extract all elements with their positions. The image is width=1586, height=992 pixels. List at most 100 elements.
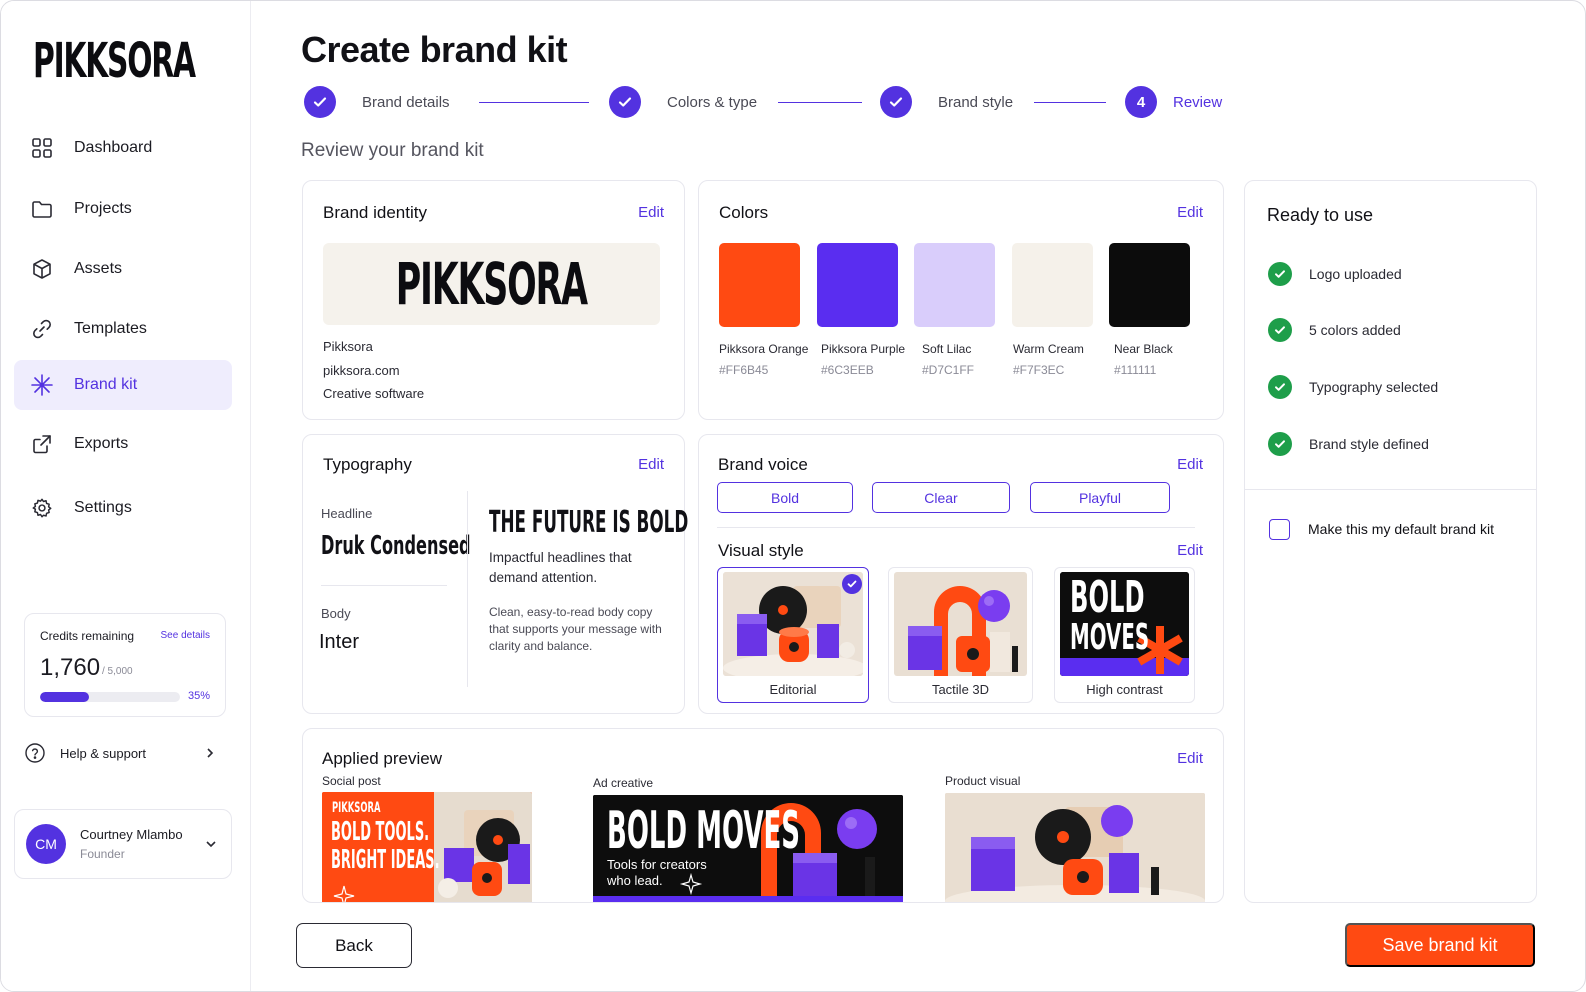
preview-label: Product visual <box>945 774 1021 788</box>
back-button[interactable]: Back <box>296 923 412 968</box>
credits-value: 1,760 <box>40 654 101 681</box>
swatch-name: Near Black <box>1114 342 1173 356</box>
sparkle-icon <box>30 373 54 397</box>
edit-preview-link[interactable]: Edit <box>1177 750 1203 767</box>
gear-icon <box>30 496 54 520</box>
user-role: Founder <box>80 847 125 861</box>
visual-style-editorial[interactable]: Editorial <box>717 567 869 703</box>
user-menu[interactable]: CM Courtney Mlambo Founder <box>14 809 232 879</box>
edit-typography-link[interactable]: Edit <box>638 456 664 473</box>
card-title: Brand identity <box>323 203 427 222</box>
step-connector <box>1034 102 1106 103</box>
brand-domain: pikksora.com <box>323 363 400 378</box>
check-circle-icon <box>1268 432 1292 456</box>
card-title: Brand voice <box>718 455 808 474</box>
step-brand-style[interactable]: Brand style <box>880 86 1013 118</box>
color-swatch <box>914 243 995 327</box>
step-label: Brand details <box>362 93 450 111</box>
visual-style-high-contrast[interactable]: BOLD MOVES High contrast <box>1054 567 1195 703</box>
swatch-name: Pikksora Orange <box>719 342 809 356</box>
default-brand-kit-label[interactable]: Make this my default brand kit <box>1308 521 1494 537</box>
voice-chip-bold[interactable]: Bold <box>717 482 853 513</box>
voice-chip-clear[interactable]: Clear <box>872 482 1010 513</box>
sidebar-item-settings[interactable]: Settings <box>14 483 232 533</box>
credits-title: Credits remaining <box>40 629 135 643</box>
checklist-item: 5 colors added <box>1268 318 1401 342</box>
check-icon <box>609 86 641 118</box>
preview-label: Ad creative <box>593 776 654 790</box>
link-icon <box>30 317 54 341</box>
help-support-link[interactable]: Help & support <box>24 739 216 767</box>
sidebar-item-templates[interactable]: Templates <box>14 304 232 354</box>
checklist-label: 5 colors added <box>1309 322 1401 338</box>
default-brand-kit-checkbox[interactable] <box>1269 519 1290 540</box>
see-details-link[interactable]: See details <box>161 630 210 641</box>
grid-icon <box>30 136 54 160</box>
visual-style-tactile-3d[interactable]: Tactile 3D <box>888 567 1033 703</box>
brand-logo[interactable]: PIKKSORA <box>33 33 196 89</box>
social-post-preview: PIKKSORA BOLD TOOLS. BRIGHT IDEAS. <box>322 792 532 902</box>
voice-chip-playful[interactable]: Playful <box>1030 482 1170 513</box>
headline-font: Druk Condensed <box>321 531 471 561</box>
ad-creative-preview: BOLD MOVES Tools for creators who lead. <box>593 795 903 902</box>
panel-title: Ready to use <box>1267 205 1374 225</box>
sample-subheading: Impactful headlines that demand attentio… <box>489 550 632 585</box>
step-label: Colors & type <box>667 93 758 111</box>
checklist-label: Logo uploaded <box>1309 266 1402 282</box>
card-title: Applied preview <box>322 749 443 768</box>
social-brand: PIKKSORA <box>332 800 381 816</box>
check-icon <box>304 86 336 118</box>
product-visual-preview <box>945 793 1205 902</box>
brand-logo-preview: PIKKSORA <box>395 250 588 318</box>
step-brand-details[interactable]: Brand details <box>304 86 450 118</box>
sidebar-item-label: Dashboard <box>74 139 153 156</box>
swatch-hex: #111111 <box>1114 363 1157 377</box>
ad-subline-2: who lead. <box>607 873 663 888</box>
sidebar-item-projects[interactable]: Projects <box>14 184 232 234</box>
sidebar-item-label: Brand kit <box>74 376 138 393</box>
checklist-label: Brand style defined <box>1309 436 1429 452</box>
brand-category: Creative software <box>323 386 425 401</box>
ad-subline-1: Tools for creators <box>607 857 707 872</box>
sidebar-item-dashboard[interactable]: Dashboard <box>14 123 232 173</box>
edit-voice-link[interactable]: Edit <box>1177 456 1203 473</box>
edit-identity-link[interactable]: Edit <box>638 204 664 221</box>
color-swatch <box>1012 243 1093 327</box>
avatar: CM <box>26 824 66 864</box>
credits-progress-fill <box>40 692 89 702</box>
color-swatch <box>719 243 800 327</box>
logo-preview: PIKKSORA <box>323 243 660 325</box>
step-connector <box>479 102 589 103</box>
credits-card: Credits remaining See details 1,760 / 5,… <box>24 613 226 717</box>
sidebar-item-label: Templates <box>74 320 147 337</box>
save-brand-kit-button[interactable]: Save brand kit <box>1345 923 1535 967</box>
step-review[interactable]: 4 Review <box>1125 86 1222 118</box>
brand-name: Pikksora <box>323 339 373 354</box>
sample-body: Clean, easy-to-read body copy that suppo… <box>489 605 662 653</box>
divider <box>1245 489 1536 490</box>
visual-style-label: High contrast <box>1086 682 1163 697</box>
step-connector <box>778 102 862 103</box>
poster-line-2: MOVES <box>1070 617 1150 658</box>
sidebar-item-assets[interactable]: Assets <box>14 244 232 294</box>
check-icon <box>880 86 912 118</box>
headline-label: Headline <box>321 506 373 521</box>
divider <box>717 527 1195 528</box>
color-swatch <box>817 243 898 327</box>
sidebar-item-brand-kit[interactable]: Brand kit <box>14 360 232 410</box>
edit-visual-style-link[interactable]: Edit <box>1177 542 1203 559</box>
body-label: Body <box>321 606 351 621</box>
export-icon <box>30 432 54 456</box>
credits-total: / 5,000 <box>102 666 133 677</box>
page-subtitle: Review your brand kit <box>301 140 484 161</box>
checklist-item: Typography selected <box>1268 375 1438 399</box>
brand-voice-card: Brand voice Edit Bold Clear Playful Visu… <box>698 434 1224 714</box>
sidebar-item-exports[interactable]: Exports <box>14 419 232 469</box>
swatch-hex: #D7C1FF <box>922 363 975 377</box>
credits-progress-bar <box>40 692 180 702</box>
edit-colors-link[interactable]: Edit <box>1177 204 1203 221</box>
sidebar-item-label: Exports <box>74 435 129 452</box>
step-colors-type[interactable]: Colors & type <box>609 86 757 118</box>
swatch-hex: #F7F3EC <box>1013 363 1065 377</box>
step-number: 4 <box>1125 86 1157 118</box>
